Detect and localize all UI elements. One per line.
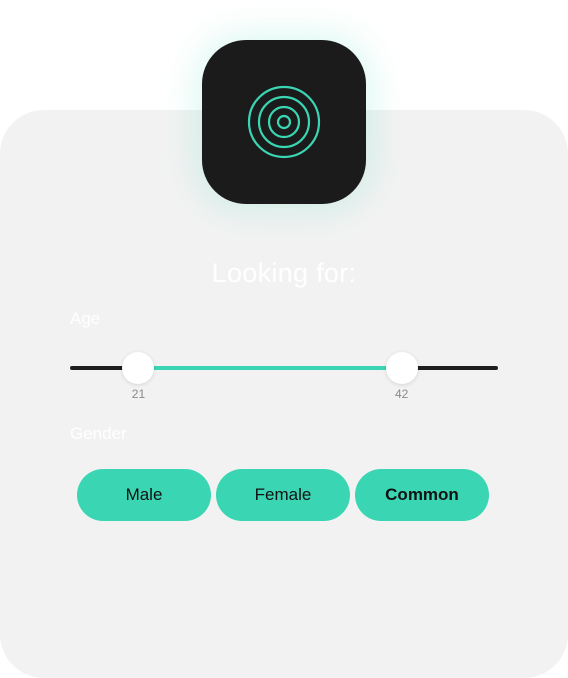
- gender-common-button[interactable]: Common: [355, 469, 489, 521]
- gender-label: Gender: [70, 424, 127, 443]
- slider-selected-range: [138, 366, 402, 370]
- gender-options: Male Female Common: [77, 469, 489, 521]
- age-max-value: 42: [395, 387, 409, 401]
- age-range-slider[interactable]: 21 42: [70, 352, 498, 401]
- age-label: Age: [70, 309, 101, 328]
- age-max-thumb[interactable]: [385, 352, 418, 384]
- screen: Looking for: Age 21 42 Gender Male Femal…: [0, 0, 568, 678]
- page-title: Looking for:: [211, 258, 357, 288]
- age-min-thumb[interactable]: [122, 352, 155, 384]
- radar-target-icon: [247, 85, 321, 159]
- age-min-value: 21: [131, 387, 146, 401]
- app-icon: [202, 40, 366, 204]
- gender-female-button[interactable]: Female: [216, 469, 350, 521]
- gender-male-button[interactable]: Male: [77, 469, 211, 521]
